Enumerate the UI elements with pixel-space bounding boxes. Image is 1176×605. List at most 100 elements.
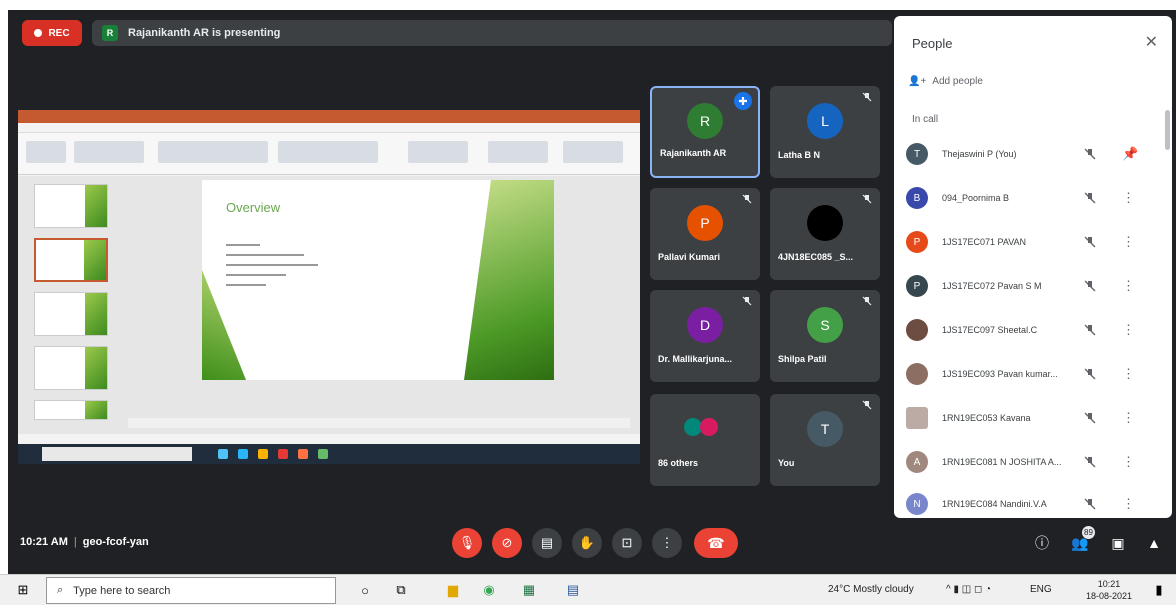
captions-button[interactable]: ▤ bbox=[532, 528, 562, 558]
notification-icon[interactable]: ▮ bbox=[1150, 581, 1168, 599]
powerpoint-titlebar bbox=[18, 110, 640, 123]
list-item[interactable]: 1RN19EC053 Kavana ⋮ bbox=[906, 400, 1158, 436]
system-tray-icons[interactable]: ^ ▮ ◫ ◻ ◔ bbox=[946, 584, 991, 595]
more-options-icon[interactable]: ⋮ bbox=[1122, 496, 1135, 512]
excel-icon[interactable]: ▦ bbox=[520, 581, 538, 599]
list-item[interactable]: N 1RN19EC084 Nandini.V.A ⋮ bbox=[906, 486, 1158, 518]
more-options-icon[interactable]: ⋮ bbox=[1122, 410, 1135, 426]
word-icon[interactable]: ▤ bbox=[564, 581, 582, 599]
record-dot-icon bbox=[34, 29, 43, 37]
people-button[interactable]: 👥 89 bbox=[1068, 526, 1095, 555]
avatar-image bbox=[807, 204, 843, 241]
presenting-text: Rajanikanth AR is presenting bbox=[128, 27, 281, 39]
mic-toggle-button[interactable]: 🎙 bbox=[452, 528, 482, 558]
avatar: S bbox=[807, 306, 843, 343]
search-placeholder: Type here to search bbox=[73, 584, 171, 597]
mic-off-icon bbox=[1084, 192, 1096, 204]
others-tile[interactable]: 86 others bbox=[650, 394, 760, 486]
avatar: B bbox=[906, 187, 928, 209]
participant-name: Latha B N bbox=[778, 150, 821, 160]
recording-indicator: REC bbox=[22, 20, 82, 46]
mic-off-icon bbox=[1084, 280, 1096, 292]
pin-icon[interactable]: 📌 bbox=[1122, 146, 1138, 162]
file-explorer-icon[interactable]: ▆ bbox=[444, 581, 462, 599]
camera-off-icon: ⊘ bbox=[501, 535, 513, 550]
chat-button[interactable]: ▣ bbox=[1106, 531, 1130, 555]
more-options-icon[interactable]: ⋮ bbox=[1122, 190, 1135, 206]
others-avatars bbox=[684, 418, 718, 436]
participant-tile[interactable]: D Dr. Mallikarjuna... bbox=[650, 290, 760, 382]
shared-screen: Overview bbox=[18, 110, 640, 464]
participant-tile[interactable]: 4JN18EC085 _S... bbox=[770, 188, 880, 280]
participant-name: 1JS17EC097 Sheetal.C bbox=[942, 325, 1038, 335]
slide-thumbnail bbox=[34, 400, 108, 420]
list-item[interactable]: A 1RN19EC081 N JOSHITA A... ⋮ bbox=[906, 444, 1158, 480]
weather-text[interactable]: 24°C Mostly cloudy bbox=[828, 584, 914, 595]
mic-off-icon: 🎙 bbox=[458, 535, 476, 550]
meeting-info: 10:21 AM | geo-fcof-yan bbox=[20, 536, 149, 548]
participant-name: 1JS19EC093 Pavan kumar... bbox=[942, 369, 1058, 379]
activities-icon: ▲ bbox=[1147, 535, 1161, 551]
more-options-icon[interactable]: ⋮ bbox=[1122, 234, 1135, 250]
list-item[interactable]: 1JS19EC093 Pavan kumar... ⋮ bbox=[906, 356, 1158, 392]
task-view-icon[interactable]: ⧉ bbox=[392, 581, 410, 599]
add-person-icon: 👤+ bbox=[908, 76, 927, 87]
list-item[interactable]: T Thejaswini P (You) 📌 bbox=[906, 136, 1158, 172]
slide-thumbnail bbox=[34, 184, 108, 228]
scrollbar[interactable] bbox=[1165, 110, 1170, 150]
participant-tile[interactable]: L Latha B N bbox=[770, 86, 880, 178]
people-panel: People ✕ 👤+ Add people In call T Thejasw… bbox=[894, 16, 1172, 518]
language-indicator[interactable]: ENG bbox=[1030, 584, 1052, 595]
slide-thumbnail bbox=[34, 238, 108, 282]
chrome-icon[interactable]: ◉ bbox=[480, 581, 498, 599]
captions-icon: ▤ bbox=[540, 535, 554, 550]
participant-name: Rajanikanth AR bbox=[660, 148, 727, 158]
self-tile[interactable]: T You bbox=[770, 394, 880, 486]
taskbar-clock[interactable]: 10:21 18-08-2021 bbox=[1086, 578, 1132, 602]
avatar: N bbox=[906, 493, 928, 515]
participant-name: 094_Poornima B bbox=[942, 193, 1010, 203]
raise-hand-button[interactable]: ✋ bbox=[572, 528, 602, 558]
list-item[interactable]: 1JS17EC097 Sheetal.C ⋮ bbox=[906, 312, 1158, 348]
avatar: P bbox=[906, 231, 928, 253]
participant-name: 1RN19EC081 N JOSHITA A... bbox=[942, 457, 1062, 467]
participant-count-badge: 89 bbox=[1082, 526, 1095, 539]
more-options-icon[interactable]: ⋮ bbox=[1122, 454, 1135, 470]
avatar-image bbox=[906, 363, 928, 385]
participant-tile[interactable]: S Shilpa Patil bbox=[770, 290, 880, 382]
windows-taskbar: ⊞ ⌕ Type here to search ○ ⧉ ▆ ◉ ▦ ▤ 24°C… bbox=[0, 574, 1176, 605]
more-options-button[interactable]: ⋮ bbox=[652, 528, 682, 558]
windows-start-icon[interactable]: ⊞ bbox=[14, 581, 32, 599]
avatar: T bbox=[906, 143, 928, 165]
others-label: 86 others bbox=[658, 458, 699, 468]
mic-off-icon bbox=[1084, 148, 1096, 160]
more-options-icon[interactable]: ⋮ bbox=[1122, 366, 1135, 382]
participant-name: 1JS17EC071 PAVAN bbox=[942, 237, 1027, 247]
activities-button[interactable]: ▲ bbox=[1142, 531, 1166, 555]
avatar-image bbox=[906, 407, 928, 429]
add-people-button[interactable]: 👤+ Add people bbox=[908, 76, 983, 87]
avatar: A bbox=[906, 451, 928, 473]
mic-off-icon bbox=[742, 194, 752, 204]
meeting-details-button[interactable]: ⓘ bbox=[1030, 531, 1054, 555]
present-button[interactable]: ⊡ bbox=[612, 528, 642, 558]
more-options-icon[interactable]: ⋮ bbox=[1122, 278, 1135, 294]
end-call-button[interactable]: ☎ bbox=[694, 528, 738, 558]
participant-tile[interactable]: P Pallavi Kumari bbox=[650, 188, 760, 280]
slide-title: Overview bbox=[226, 200, 281, 215]
taskbar-search[interactable]: ⌕ Type here to search bbox=[46, 577, 336, 604]
avatar: L bbox=[807, 102, 843, 139]
participant-tile[interactable]: ✚ R Rajanikanth AR bbox=[650, 86, 760, 178]
powerpoint-workspace: Overview bbox=[18, 176, 640, 434]
camera-toggle-button[interactable]: ⊘ bbox=[492, 528, 522, 558]
list-item[interactable]: P 1JS17EC071 PAVAN ⋮ bbox=[906, 224, 1158, 260]
mic-off-icon bbox=[1084, 412, 1096, 424]
list-item[interactable]: B 094_Poornima B ⋮ bbox=[906, 180, 1158, 216]
avatar: P bbox=[687, 204, 723, 241]
mic-off-icon bbox=[1084, 456, 1096, 468]
close-icon[interactable]: ✕ bbox=[1145, 32, 1158, 52]
pin-icon[interactable]: ✚ bbox=[734, 92, 752, 110]
list-item[interactable]: P 1JS17EC072 Pavan S M ⋮ bbox=[906, 268, 1158, 304]
more-options-icon[interactable]: ⋮ bbox=[1122, 322, 1135, 338]
cortana-icon[interactable]: ○ bbox=[356, 581, 374, 599]
